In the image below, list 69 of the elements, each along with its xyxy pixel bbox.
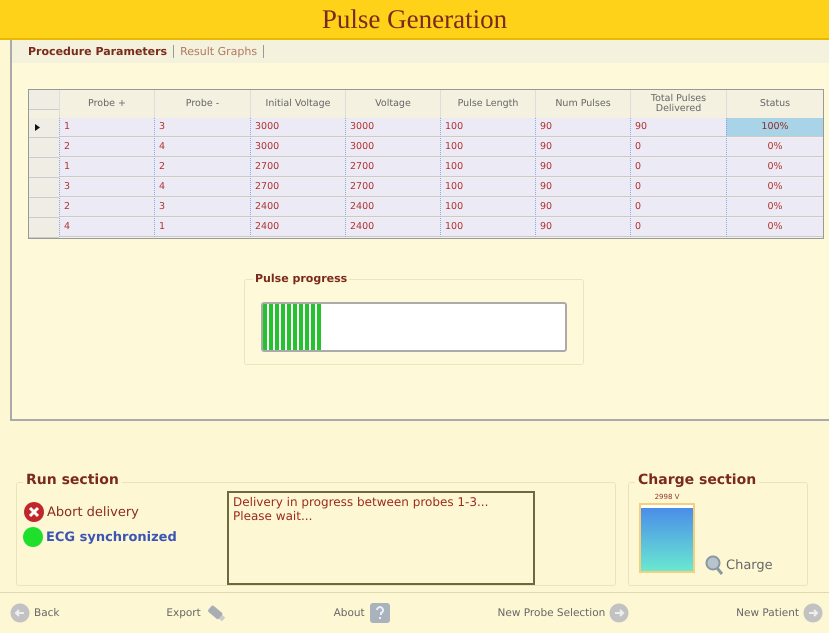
abort-button[interactable]: Abort delivery [23,501,139,523]
table-cell: 1 [59,118,154,137]
table-cell: 3000 [345,138,440,157]
row-header[interactable] [29,118,59,138]
table-cell: 2400 [345,198,440,217]
table-cell: 4 [59,218,154,237]
table-cell: 90 [535,138,630,157]
table-cell: 2 [154,158,250,177]
table-cell: 0% [726,218,823,237]
table-cell: 2 [59,198,154,217]
table-cell: 0% [726,138,823,157]
table-cell: 90 [535,178,630,197]
table-cell: 3000 [345,118,440,137]
message-line: Delivery in progress between probes 1-3... [233,495,490,509]
group-title: Charge section [635,472,760,488]
nav-button[interactable]: Export [166,603,227,623]
group-title: Pulse progress [253,272,350,285]
table-cell: 0 [630,138,726,157]
table-cell: 0 [630,178,726,197]
table-cell: 100 [440,138,535,157]
table-cell: 2400 [250,218,345,237]
table-cell: 100 [440,178,535,197]
table-cell: 100 [440,218,535,237]
table-cell: 0% [726,178,823,197]
table-cell: 0 [630,198,726,217]
table-cell: 90 [535,218,630,237]
table-cell: 100% [726,118,823,137]
table-cell: 90 [535,118,630,137]
table-cell: 4 [154,178,250,197]
table-cell: 2700 [250,158,345,177]
tab[interactable]: Procedure Parameters [28,45,174,58]
row-pointer-icon [35,124,40,131]
corner-cell[interactable] [29,90,59,110]
table-cell: 0 [630,218,726,237]
table-cell: 3000 [250,138,345,157]
table-cell: 2400 [250,198,345,217]
table-cell: 2700 [250,178,345,197]
table-cell: 0% [726,198,823,217]
table-cell: 2700 [345,158,440,177]
table-cell: 100 [440,158,535,177]
ecg-status: ECG synchronized [46,530,177,544]
table-cell: 3 [59,178,154,197]
table-cell: 1 [154,218,250,237]
window-title: Pulse Generation [322,4,508,34]
table-cell: 3 [154,198,250,217]
nav-button[interactable]: New Patient [736,603,823,623]
table-cell: 90 [535,198,630,217]
table-cell: 100 [440,118,535,137]
close-icon [23,501,45,523]
table-cell: 4 [154,138,250,157]
table-cell: 100 [440,198,535,217]
table-cell: 0 [630,158,726,177]
message-line: Please wait... [233,509,314,523]
tab[interactable]: Result Graphs [174,45,264,58]
magnifier-icon [705,555,723,575]
table-cell: 3000 [250,118,345,137]
nav-button[interactable]: New Probe Selection [498,603,630,623]
table-cell: 1 [59,158,154,177]
charge-button[interactable]: Charge [705,555,773,581]
table-cell: 90 [630,118,726,137]
table-cell: 2 [59,138,154,157]
table-cell: 90 [535,158,630,177]
nav-button[interactable]: Back [10,603,60,623]
table-cell: 0% [726,158,823,177]
table-cell: 2400 [345,218,440,237]
nav-button[interactable]: About [334,602,391,624]
help-icon [368,602,391,624]
table-cell: 3 [154,118,250,137]
table-cell: 2700 [345,178,440,197]
